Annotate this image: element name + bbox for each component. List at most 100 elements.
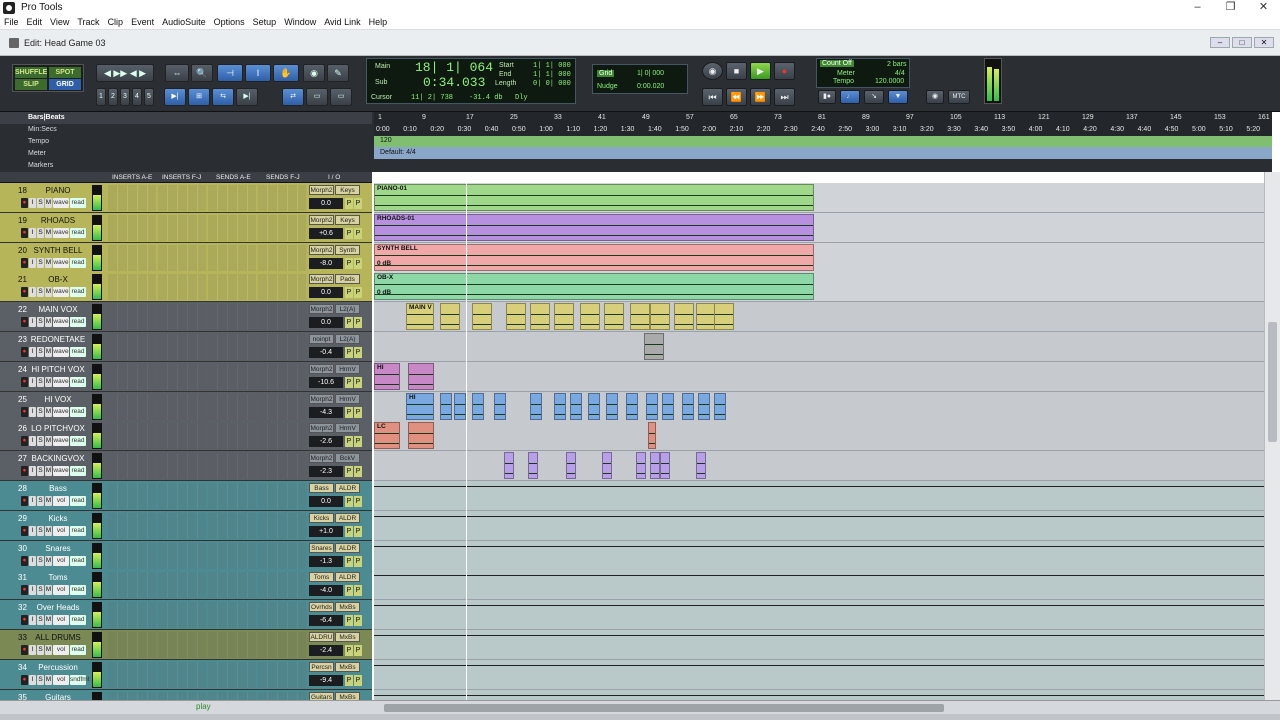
track-view-selector[interactable]: vol (53, 496, 69, 506)
track-header[interactable]: 24 HI PITCH VOX ● I S M wave read Morph2… (0, 361, 372, 392)
output-selector[interactable]: ALDR (335, 542, 360, 553)
track-name[interactable]: PIANO (30, 186, 86, 195)
input-selector[interactable]: Guitars (309, 691, 334, 700)
mute-button[interactable]: M (45, 198, 52, 208)
output-selector[interactable]: ALDR (335, 483, 360, 493)
solo-button[interactable]: S (37, 287, 44, 298)
input-monitor-button[interactable]: I (29, 257, 36, 268)
pan-left[interactable]: P (345, 585, 353, 597)
edit-close-button[interactable]: ✕ (1254, 37, 1274, 48)
vertical-scrollbar[interactable] (1264, 172, 1280, 700)
automation-mode-selector[interactable]: read (70, 198, 86, 208)
clip-gain[interactable]: 0 dB (377, 260, 391, 267)
audio-clip[interactable] (494, 392, 506, 420)
pan-right[interactable]: P (354, 615, 362, 627)
solo-button[interactable]: S (37, 227, 44, 238)
input-selector[interactable]: Kicks (309, 512, 334, 523)
input-selector[interactable]: Morph2 (309, 274, 334, 285)
trim-tool-icon[interactable]: ⊣ (217, 64, 243, 82)
input-selector[interactable]: Snares (309, 542, 334, 553)
audio-clip[interactable] (408, 422, 434, 450)
zoom-preset-5[interactable]: 5 (144, 88, 154, 106)
track-view-selector[interactable]: vol (53, 645, 69, 655)
audio-clip[interactable] (580, 303, 600, 331)
insert-send-slots[interactable] (108, 661, 308, 688)
metronome-button[interactable]: ♩ (840, 90, 860, 104)
solo-button[interactable]: S (37, 257, 44, 268)
pan-left[interactable]: P (345, 287, 353, 299)
mute-button[interactable]: M (45, 287, 52, 298)
menu-view[interactable]: View (46, 15, 73, 30)
output-selector[interactable]: HrmV (335, 423, 360, 434)
volume-automation-line[interactable] (374, 664, 1264, 666)
horizontal-scroll-thumb[interactable] (384, 704, 944, 712)
track-lane[interactable] (374, 332, 1264, 362)
track-view-selector[interactable]: wave (53, 347, 69, 357)
midi-merge-button[interactable]: ↘ (864, 90, 884, 104)
menu-avid-link[interactable]: Avid Link (320, 15, 364, 30)
input-monitor-button[interactable]: I (29, 227, 36, 238)
tempo-lane[interactable]: 120 (374, 136, 1272, 147)
nudge-label[interactable]: Nudge (597, 83, 618, 90)
volume-value[interactable]: -4.0 (309, 585, 343, 597)
record-arm-button[interactable]: ● (21, 376, 28, 387)
audio-clip[interactable] (648, 422, 656, 450)
menu-help[interactable]: Help (365, 15, 392, 30)
input-selector[interactable]: Bass (309, 483, 334, 493)
online-button[interactable]: ◉ (702, 62, 723, 80)
volume-value[interactable]: -8.0 (309, 257, 343, 269)
track-view-selector[interactable]: vol (53, 674, 69, 685)
audio-clip[interactable] (554, 303, 574, 331)
track-view-selector[interactable]: vol (53, 615, 69, 626)
mute-button[interactable]: M (45, 525, 52, 536)
input-monitor-button[interactable]: I (29, 347, 36, 357)
selector-tool-icon[interactable]: I (245, 64, 271, 82)
audio-clip[interactable] (696, 452, 706, 480)
zoom-preset-4[interactable]: 4 (132, 88, 142, 106)
record-arm-button[interactable]: ● (21, 347, 28, 357)
zoomer-tool-icon[interactable]: ⇔ (165, 64, 189, 82)
nudge-value[interactable]: 0:00.020 (637, 83, 664, 90)
volume-value[interactable]: 0.0 (309, 198, 343, 209)
pan-left[interactable]: P (345, 347, 353, 358)
grid-value[interactable]: 1| 0| 000 (637, 70, 664, 77)
mute-button[interactable]: M (45, 615, 52, 626)
audio-clip[interactable] (440, 303, 460, 331)
audio-clip[interactable] (714, 392, 726, 420)
solo-button[interactable]: S (37, 674, 44, 685)
automation-mode-selector[interactable]: read (70, 585, 86, 596)
input-monitor-button[interactable]: I (29, 525, 36, 536)
track-lane[interactable] (374, 421, 1264, 452)
insert-send-slots[interactable] (108, 185, 308, 211)
insert-send-slots[interactable] (108, 602, 308, 629)
keyboard-focus-icon[interactable]: ▭ (306, 88, 328, 106)
pan-right[interactable]: P (354, 525, 362, 537)
output-selector[interactable]: HrmV (335, 363, 360, 374)
return-to-zero-button[interactable]: ⏮ (702, 88, 723, 106)
solo-button[interactable]: S (37, 406, 44, 417)
playhead-cursor[interactable] (466, 183, 467, 700)
solo-button[interactable]: S (37, 198, 44, 208)
input-selector[interactable]: Morph2 (309, 393, 334, 404)
audio-clip[interactable] (646, 392, 658, 420)
input-monitor-button[interactable]: I (29, 317, 36, 328)
pan-left[interactable]: P (345, 555, 353, 567)
audio-clip[interactable] (440, 392, 452, 420)
record-arm-button[interactable]: ● (21, 674, 28, 685)
mute-button[interactable]: M (45, 466, 52, 477)
input-monitor-button[interactable]: I (29, 466, 36, 477)
audio-clip[interactable] (650, 452, 660, 480)
audio-clip[interactable] (588, 392, 600, 420)
track-view-selector[interactable]: wave (53, 406, 69, 417)
menu-edit[interactable]: Edit (23, 15, 47, 30)
record-arm-button[interactable]: ● (21, 227, 28, 238)
volume-automation-line[interactable] (374, 545, 1264, 547)
audio-clip[interactable] (650, 303, 670, 331)
track-header[interactable]: 31 Toms ● I S M vol read Toms ALDR -4.0 … (0, 570, 372, 601)
pan-right[interactable]: P (354, 466, 362, 478)
record-arm-button[interactable]: ● (21, 466, 28, 477)
record-arm-button[interactable]: ● (21, 585, 28, 596)
input-selector[interactable]: Morph2 (309, 453, 334, 464)
input-monitor-button[interactable]: I (29, 496, 36, 506)
sync-button[interactable]: ◉ (926, 90, 944, 104)
